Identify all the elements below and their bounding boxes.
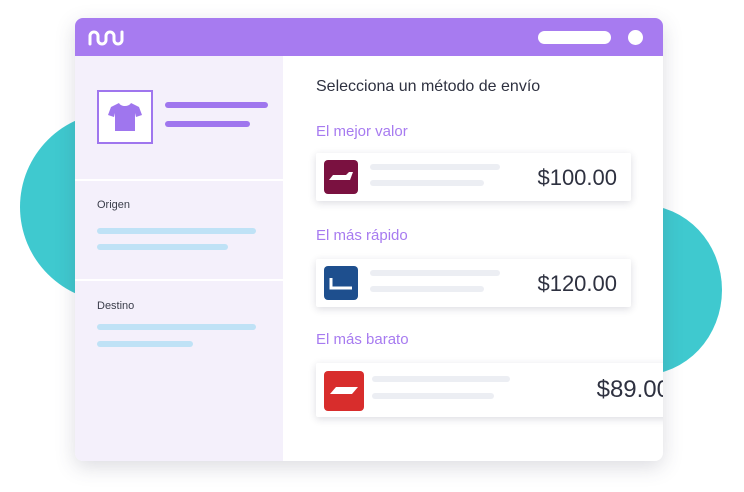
destination-label: Destino (97, 300, 135, 312)
price-label: $89.00 (596, 376, 663, 403)
price-label: $120.00 (537, 271, 617, 296)
destination-line (97, 341, 193, 347)
carrier-logo-icon (324, 371, 364, 411)
title-bar-pill[interactable] (538, 31, 611, 44)
placeholder-line (372, 376, 510, 382)
destination-line (97, 324, 256, 330)
price-label: $100.00 (537, 165, 617, 190)
origin-line (97, 244, 228, 250)
app-window: Origen Destino Selecciona un método de e… (75, 18, 663, 461)
shipping-option-best-value[interactable]: $100.00 (316, 153, 631, 201)
wave-logo-icon (88, 30, 124, 46)
placeholder-line (370, 164, 500, 170)
category-fastest: El más rápido (316, 227, 408, 244)
shipping-panel: Selecciona un método de envío El mejor v… (283, 56, 663, 461)
placeholder-line (370, 270, 500, 276)
product-title-line (165, 102, 268, 108)
product-thumbnail (97, 90, 153, 144)
page-title: Selecciona un método de envío (316, 78, 541, 95)
placeholder-line (370, 286, 484, 292)
category-best-value: El mejor valor (316, 123, 408, 140)
placeholder-line (370, 180, 484, 186)
shipping-option-cheapest[interactable]: $89.00 (316, 363, 663, 417)
tshirt-icon (108, 103, 142, 131)
product-subtitle-line (165, 121, 250, 127)
sidebar: Origen Destino (75, 56, 283, 461)
title-bar-dot[interactable] (628, 30, 643, 45)
title-bar (75, 18, 663, 56)
sidebar-divider (75, 179, 283, 181)
shipping-option-fastest[interactable]: $120.00 (316, 259, 631, 307)
placeholder-line (372, 393, 494, 399)
category-cheapest: El más barato (316, 331, 409, 348)
carrier-logo-icon (324, 266, 358, 300)
sidebar-divider (75, 279, 283, 281)
origin-label: Origen (97, 199, 131, 211)
origin-line (97, 228, 256, 234)
carrier-logo-icon (324, 160, 358, 194)
